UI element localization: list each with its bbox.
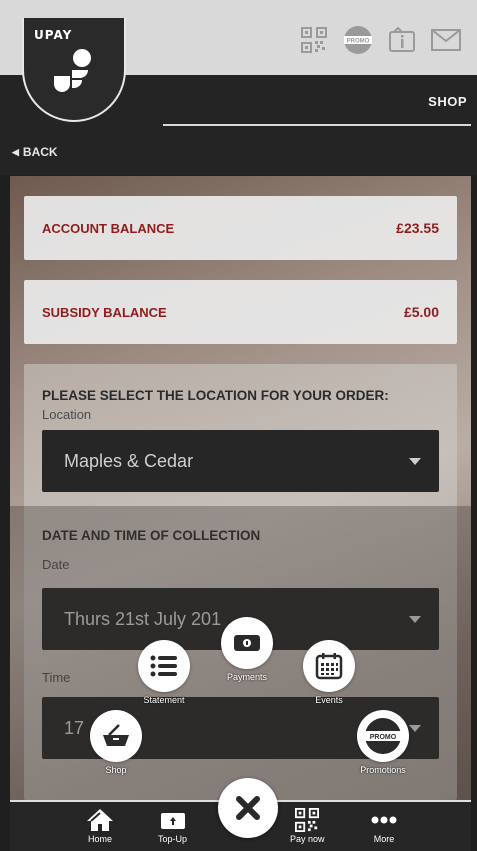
shop-label: Shop xyxy=(105,765,127,775)
back-button[interactable]: ◀ BACK xyxy=(12,145,58,159)
basket-icon xyxy=(90,710,142,762)
svg-text:PROMO: PROMO xyxy=(347,39,370,45)
promotions-button[interactable]: PROMO Promotions xyxy=(357,710,409,775)
main-content: ACCOUNT BALANCE £23.55 SUBSIDY BALANCE £… xyxy=(10,176,471,800)
subsidy-balance-label: SUBSIDY BALANCE xyxy=(42,304,167,320)
location-select[interactable]: Maples & Cedar xyxy=(42,430,439,492)
mail-icon[interactable] xyxy=(431,26,461,54)
nav-paynow-label: Pay now xyxy=(290,834,325,844)
promo-icon[interactable]: PROMO xyxy=(343,26,373,54)
nav-topup-label: Top-Up xyxy=(158,834,188,844)
nav-more-label: More xyxy=(373,834,395,844)
nav-more[interactable]: More xyxy=(370,808,398,844)
statement-label: Statement xyxy=(143,695,185,705)
payments-label: Payments xyxy=(226,672,268,682)
info-icon[interactable] xyxy=(387,26,417,54)
nav-topup[interactable]: Top-Up xyxy=(158,808,187,844)
page-title: SHOP xyxy=(428,94,467,109)
subsidy-balance-card: SUBSIDY BALANCE £5.00 xyxy=(24,280,457,344)
header-icons: PROMO xyxy=(299,26,461,54)
statement-button[interactable]: Statement xyxy=(138,640,190,705)
calendar-icon xyxy=(303,640,355,692)
account-balance-label: ACCOUNT BALANCE xyxy=(42,220,175,236)
events-label: Events xyxy=(315,695,343,705)
nav-paynow[interactable]: Pay now xyxy=(290,808,325,844)
promo-icon: PROMO xyxy=(357,710,409,762)
location-value: Maples & Cedar xyxy=(64,450,194,471)
logo-text: UPAY xyxy=(34,28,73,42)
list-icon xyxy=(138,640,190,692)
nav-home-label: Home xyxy=(87,834,112,844)
account-balance-value: £23.55 xyxy=(396,220,439,236)
svg-text:PROMO: PROMO xyxy=(370,734,397,741)
logo-mark-icon xyxy=(54,49,91,92)
back-label: BACK xyxy=(22,145,58,159)
chevron-down-icon xyxy=(409,457,421,465)
qr-code-icon[interactable] xyxy=(299,26,329,54)
topup-icon xyxy=(160,813,185,829)
promotions-label: Promotions xyxy=(360,765,406,775)
shop-button[interactable]: Shop xyxy=(90,710,142,775)
qr-code-icon xyxy=(295,808,320,832)
home-icon xyxy=(87,809,113,831)
payments-icon xyxy=(221,617,273,669)
title-underline xyxy=(163,124,471,126)
more-icon xyxy=(371,816,397,824)
nav-home[interactable]: Home xyxy=(86,808,114,844)
location-heading: PLEASE SELECT THE LOCATION FOR YOUR ORDE… xyxy=(42,388,389,403)
close-menu-button[interactable] xyxy=(218,778,278,838)
location-label: Location xyxy=(42,407,92,422)
payments-button[interactable]: Payments xyxy=(221,617,273,682)
close-icon xyxy=(236,796,260,820)
account-balance-card: ACCOUNT BALANCE £23.55 xyxy=(24,196,457,260)
back-arrow-icon: ◀ xyxy=(12,146,19,157)
subsidy-balance-value: £5.00 xyxy=(403,304,439,320)
events-button[interactable]: Events xyxy=(303,640,355,705)
